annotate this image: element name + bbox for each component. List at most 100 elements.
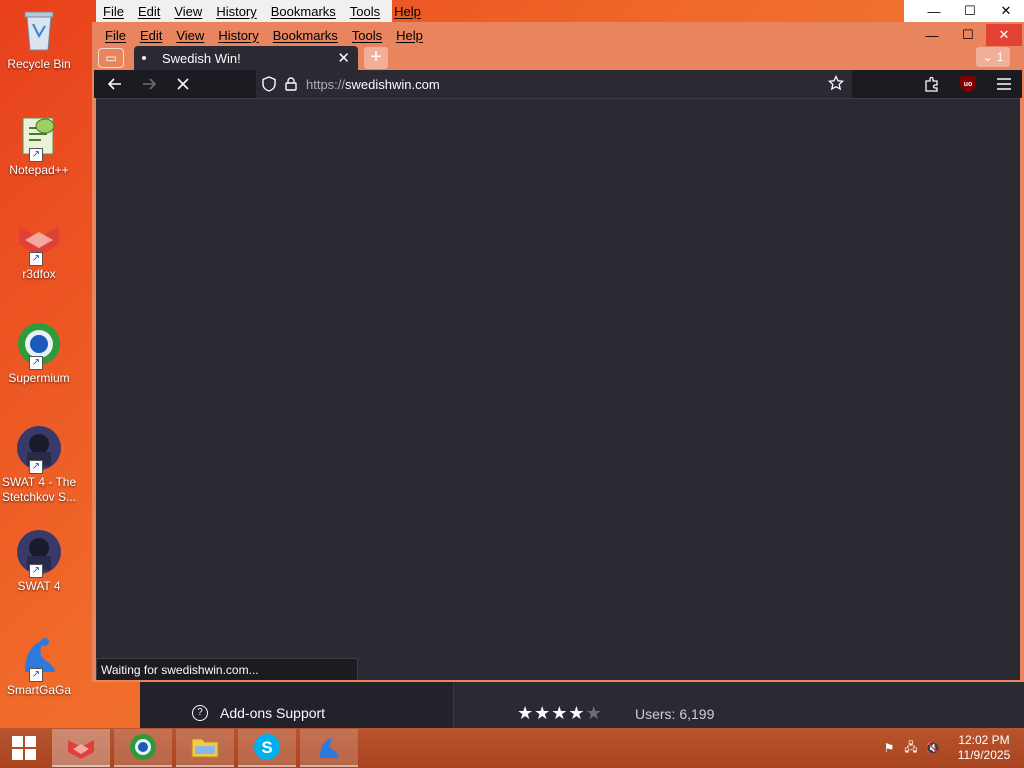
arrow-left-icon	[107, 78, 121, 90]
taskbar-r3dfox[interactable]	[52, 729, 110, 767]
flag-icon[interactable]: ⚑	[878, 741, 900, 755]
desktop-icon-label: SWAT 4	[17, 579, 61, 593]
back-window-sidebar: ? Add-ons Support	[140, 680, 454, 730]
taskbar-smartgaga[interactable]	[300, 729, 358, 767]
taskbar-skype[interactable]: S	[238, 729, 296, 767]
url-text[interactable]: https://swedishwin.com	[306, 77, 440, 92]
menu-bookmarks[interactable]: Bookmarks	[264, 4, 343, 19]
menu-help[interactable]: Help	[387, 4, 428, 19]
addons-support-link[interactable]: ? Add-ons Support	[192, 705, 325, 721]
desktop-icon-label: Supermium	[8, 371, 70, 385]
folder-icon	[191, 738, 219, 758]
menu-bookmarks[interactable]: Bookmarks	[266, 28, 345, 43]
menu-history[interactable]: History	[211, 28, 265, 43]
addons-support-label: Add-ons Support	[220, 705, 326, 721]
ublock-icon: uo	[960, 76, 976, 92]
tab-title: Swedish Win!	[162, 50, 241, 66]
desktop-icon-recycle-bin[interactable]: Recycle Bin	[0, 6, 78, 72]
stop-icon	[177, 78, 189, 90]
menu-tools[interactable]: Tools	[345, 28, 389, 43]
tab-list-icon[interactable]: ▭	[98, 48, 124, 68]
star-icon: ★	[551, 703, 569, 723]
hamburger-icon	[997, 78, 1011, 90]
menu-view[interactable]: View	[169, 28, 211, 43]
divider	[453, 680, 454, 730]
supermium-icon	[130, 734, 156, 760]
swat4-stetchkov-icon: ↗	[15, 424, 63, 474]
forward-button[interactable]	[132, 70, 166, 98]
desktop-icon-smartgaga[interactable]: ↗ SmartGaGa	[0, 632, 78, 698]
ublock-button[interactable]: uo	[950, 70, 986, 98]
taskbar-supermium[interactable]	[114, 729, 172, 767]
shortcut-arrow-icon: ↗	[29, 356, 43, 370]
users-count: Users: 6,199	[635, 706, 715, 722]
skype-icon: S	[254, 734, 280, 760]
shield-icon[interactable]	[258, 76, 280, 92]
tab-close-icon[interactable]: ✕	[337, 49, 350, 67]
bookmark-star-icon[interactable]	[827, 74, 845, 94]
nav-toolbar: https://swedishwin.com uo	[94, 70, 1022, 98]
taskbar-file-explorer[interactable]	[176, 729, 234, 767]
star-icon: ★	[517, 703, 535, 723]
back-window-controls: — ☐ ✕	[904, 0, 1024, 22]
windows-logo-icon	[12, 736, 36, 760]
menu-history[interactable]: History	[209, 4, 263, 19]
page-content: Waiting for swedishwin.com...	[96, 98, 1020, 680]
menu-view[interactable]: View	[167, 4, 209, 19]
lock-icon[interactable]	[280, 77, 302, 91]
chevron-down-icon: ⌄	[982, 50, 993, 64]
close-icon[interactable]: ✕	[988, 3, 1024, 19]
volume-muted-icon[interactable]: 🔇	[922, 741, 944, 755]
minimize-icon[interactable]: —	[914, 28, 950, 43]
url-bar[interactable]: https://swedishwin.com	[256, 70, 852, 98]
desktop-icon-swat4-stetchkov[interactable]: ↗ SWAT 4 - The Stetchkov S...	[0, 424, 78, 505]
desktop-icon-label: r3dfox	[22, 267, 56, 281]
browser-window-controls: — ☐ ✕	[914, 24, 1022, 46]
clock-date: 11/9/2025	[957, 748, 1011, 762]
desktop-icon-notepadpp[interactable]: ↗ Notepad++	[0, 112, 78, 178]
taskbar: S ⚑ 🖧 🔇 12:02 PM 11/9/2025	[0, 728, 1024, 768]
status-bar: Waiting for swedishwin.com...	[96, 658, 358, 680]
star-empty-icon: ★	[585, 703, 603, 723]
back-window-content: ? Add-ons Support ★★★★★ Users: 6,199	[140, 680, 1024, 730]
minimize-icon[interactable]: —	[916, 4, 952, 19]
recycle-bin-icon	[15, 6, 63, 54]
back-button[interactable]	[98, 70, 132, 98]
extensions-button[interactable]	[914, 70, 950, 98]
shortcut-arrow-icon: ↗	[29, 252, 43, 266]
notepadpp-icon: ↗	[15, 112, 63, 162]
shortcut-arrow-icon: ↗	[29, 460, 43, 474]
swat4-icon: ↗	[15, 528, 63, 578]
maximize-icon[interactable]: ☐	[950, 27, 986, 43]
desktop-icon-r3dfox[interactable]: ↗ r3dfox	[0, 216, 78, 282]
stop-button[interactable]	[166, 70, 200, 98]
menu-tools[interactable]: Tools	[343, 4, 387, 19]
supermium-icon: ↗	[15, 320, 63, 370]
desktop-icon-label: Recycle Bin	[7, 57, 71, 71]
maximize-icon[interactable]: ☐	[952, 3, 988, 19]
tab-count-button[interactable]: ⌄ 1	[976, 47, 1010, 67]
menu-help[interactable]: Help	[389, 28, 430, 43]
desktop-icon-label: SWAT 4 - The Stetchkov S...	[1, 475, 77, 504]
tab-bar: ▭ Swedish Win! ✕ + ⌄ 1	[94, 46, 1022, 70]
close-icon[interactable]: ✕	[986, 24, 1022, 46]
clock[interactable]: 12:02 PM 11/9/2025	[944, 733, 1024, 763]
app-menu-button[interactable]	[986, 70, 1022, 98]
loading-dot-icon	[142, 56, 146, 60]
smartgaga-icon: ↗	[15, 632, 63, 682]
r3dfox-icon: ↗	[15, 216, 63, 266]
shortcut-arrow-icon: ↗	[29, 564, 43, 578]
tab-swedish-win[interactable]: Swedish Win! ✕	[134, 46, 358, 70]
shortcut-arrow-icon: ↗	[29, 148, 43, 162]
desktop-icon-supermium[interactable]: ↗ Supermium	[0, 320, 78, 386]
start-button[interactable]	[0, 728, 48, 768]
desktop-icon-swat4[interactable]: ↗ SWAT 4	[0, 528, 78, 594]
menu-edit[interactable]: Edit	[131, 4, 167, 19]
menu-file[interactable]: File	[98, 28, 133, 43]
network-icon[interactable]: 🖧	[900, 738, 922, 759]
menu-file[interactable]: File	[96, 4, 131, 19]
back-window-menubar: File Edit View History Bookmarks Tools H…	[96, 0, 421, 22]
smartgaga-icon	[320, 738, 339, 758]
new-tab-button[interactable]: +	[364, 47, 388, 69]
menu-edit[interactable]: Edit	[133, 28, 169, 43]
